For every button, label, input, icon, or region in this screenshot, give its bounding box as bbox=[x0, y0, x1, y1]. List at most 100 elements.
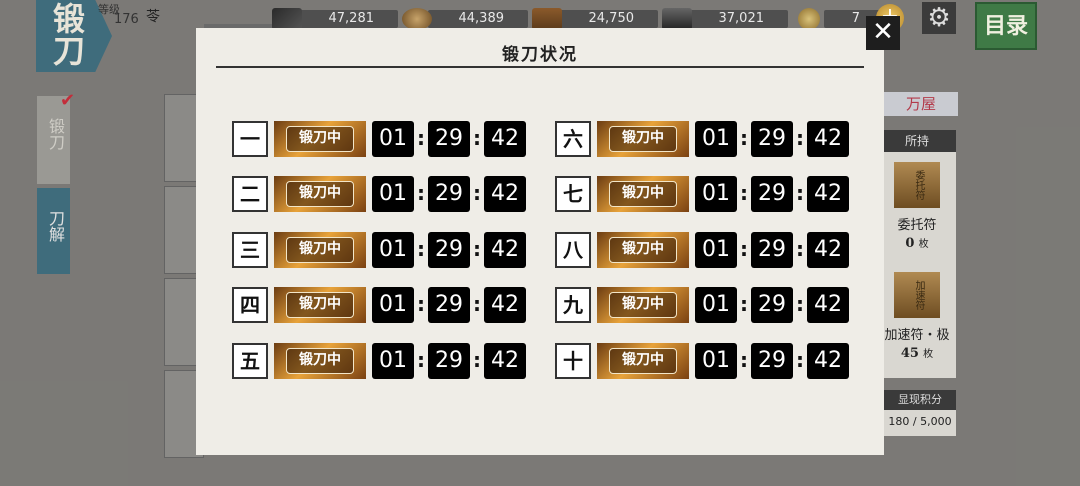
timer-minutes: 29 bbox=[428, 232, 470, 268]
forge-slot-row[interactable]: 七锻刀中 01:29:42 bbox=[555, 176, 855, 212]
status-label: 锻刀中 bbox=[609, 292, 677, 318]
timer-seconds: 42 bbox=[807, 343, 849, 379]
owned-items-panel: 所持 委托符 委托符 0 枚 加速符 加速符・极 45 枚 bbox=[878, 130, 956, 378]
forging-status-badge: 锻刀中 bbox=[597, 232, 689, 268]
status-label: 锻刀中 bbox=[286, 181, 354, 207]
timer-hours: 01 bbox=[695, 121, 737, 157]
timer-hours: 01 bbox=[695, 176, 737, 212]
timer-colon: : bbox=[740, 126, 748, 150]
timer-colon: : bbox=[740, 237, 748, 261]
title-divider bbox=[216, 66, 864, 68]
slot-number: 十 bbox=[555, 343, 591, 379]
page-title: 锻刀 bbox=[48, 2, 86, 66]
forging-status-badge: 锻刀中 bbox=[274, 176, 366, 212]
status-label: 锻刀中 bbox=[286, 348, 354, 374]
score-label: 显现积分 bbox=[884, 390, 956, 410]
timer-colon: : bbox=[796, 292, 804, 316]
close-icon[interactable]: ✕ bbox=[866, 16, 900, 50]
level-value: 176 bbox=[114, 12, 139, 27]
timer-hours: 01 bbox=[372, 232, 414, 268]
timer-colon: : bbox=[473, 292, 481, 316]
status-label: 锻刀中 bbox=[609, 181, 677, 207]
item-qty: 45 枚 bbox=[900, 346, 934, 361]
timer-colon: : bbox=[417, 237, 425, 261]
speedup-token-icon: 加速符 bbox=[894, 272, 940, 318]
whetstone-icon bbox=[662, 8, 692, 30]
timer-minutes: 29 bbox=[751, 176, 793, 212]
timer-seconds: 42 bbox=[807, 287, 849, 323]
timer-colon: : bbox=[417, 126, 425, 150]
player-name: 苓 bbox=[146, 9, 160, 25]
timer-colon: : bbox=[473, 348, 481, 372]
request-token-icon: 委托符 bbox=[894, 162, 940, 208]
timer-seconds: 42 bbox=[807, 232, 849, 268]
timer-colon: : bbox=[417, 292, 425, 316]
timer-hours: 01 bbox=[695, 287, 737, 323]
timer-hours: 01 bbox=[695, 232, 737, 268]
status-label: 锻刀中 bbox=[286, 292, 354, 318]
item-speedup-token[interactable]: 加速符 加速符・极 45 枚 bbox=[878, 272, 956, 361]
koban-coin-icon bbox=[798, 8, 820, 30]
player-level: 等级 176 苓 bbox=[94, 0, 364, 30]
timer-hours: 01 bbox=[372, 287, 414, 323]
resource-tamahagane: 44,389 bbox=[402, 8, 532, 30]
dialog-title: 锻刀状况 bbox=[502, 45, 578, 65]
item-request-token[interactable]: 委托符 委托符 0 枚 bbox=[878, 162, 956, 251]
timer-seconds: 42 bbox=[807, 176, 849, 212]
forging-status-badge: 锻刀中 bbox=[274, 121, 366, 157]
timer-minutes: 29 bbox=[751, 287, 793, 323]
item-qty: 0 枚 bbox=[905, 236, 929, 251]
timer-minutes: 29 bbox=[428, 343, 470, 379]
timer-minutes: 29 bbox=[751, 343, 793, 379]
slot-number: 一 bbox=[232, 121, 268, 157]
timer-minutes: 29 bbox=[751, 232, 793, 268]
forge-slot-row[interactable]: 八锻刀中 01:29:42 bbox=[555, 232, 855, 268]
forge-slot-row[interactable]: 一锻刀中 01:29:42 bbox=[232, 121, 532, 157]
timer-colon: : bbox=[796, 126, 804, 150]
slot-number: 四 bbox=[232, 287, 268, 323]
resource-value: 44,389 bbox=[458, 11, 505, 26]
timer-minutes: 29 bbox=[428, 176, 470, 212]
forging-status-badge: 锻刀中 bbox=[597, 287, 689, 323]
score-value: 180 / 5,000 bbox=[888, 415, 952, 428]
slot-number: 八 bbox=[555, 232, 591, 268]
forging-status-badge: 锻刀中 bbox=[274, 343, 366, 379]
resource-value: 47,281 bbox=[328, 11, 375, 26]
status-label: 锻刀中 bbox=[609, 348, 677, 374]
timer-colon: : bbox=[473, 181, 481, 205]
forge-slot-row[interactable]: 二锻刀中 01:29:42 bbox=[232, 176, 532, 212]
tab-dismantle[interactable]: 刀解 bbox=[37, 188, 70, 274]
slot-number: 二 bbox=[232, 176, 268, 212]
resource-whetstone: 37,021 bbox=[662, 8, 792, 30]
timer-hours: 01 bbox=[372, 343, 414, 379]
timer-minutes: 29 bbox=[428, 287, 470, 323]
timer-colon: : bbox=[473, 237, 481, 261]
timer-seconds: 42 bbox=[484, 121, 526, 157]
slot-number: 五 bbox=[232, 343, 268, 379]
timer-colon: : bbox=[417, 181, 425, 205]
check-icon: ✔ bbox=[60, 90, 76, 111]
timer-colon: : bbox=[796, 348, 804, 372]
forge-slot-row[interactable]: 十锻刀中 01:29:42 bbox=[555, 343, 855, 379]
forge-slot-row[interactable]: 五锻刀中 01:29:42 bbox=[232, 343, 532, 379]
timer-colon: : bbox=[417, 348, 425, 372]
forge-slot-row[interactable]: 三锻刀中 01:29:42 bbox=[232, 232, 532, 268]
timer-hours: 01 bbox=[695, 343, 737, 379]
item-name: 加速符・极 bbox=[884, 328, 950, 343]
timer-minutes: 29 bbox=[428, 121, 470, 157]
forging-status-badge: 锻刀中 bbox=[597, 121, 689, 157]
timer-colon: : bbox=[740, 348, 748, 372]
timer-colon: : bbox=[740, 181, 748, 205]
timer-seconds: 42 bbox=[484, 343, 526, 379]
timer-minutes: 29 bbox=[751, 121, 793, 157]
slot-number: 六 bbox=[555, 121, 591, 157]
menu-button[interactable]: 目录 bbox=[975, 2, 1037, 50]
owned-header: 所持 bbox=[878, 130, 956, 152]
forge-slot-row[interactable]: 九锻刀中 01:29:42 bbox=[555, 287, 855, 323]
timer-seconds: 42 bbox=[807, 121, 849, 157]
status-label: 锻刀中 bbox=[609, 237, 677, 263]
shop-tab[interactable]: 万屋 bbox=[884, 92, 958, 116]
gear-icon[interactable]: ⚙ bbox=[922, 2, 956, 34]
forge-slot-row[interactable]: 四锻刀中 01:29:42 bbox=[232, 287, 532, 323]
forge-slot-row[interactable]: 六锻刀中 01:29:42 bbox=[555, 121, 855, 157]
